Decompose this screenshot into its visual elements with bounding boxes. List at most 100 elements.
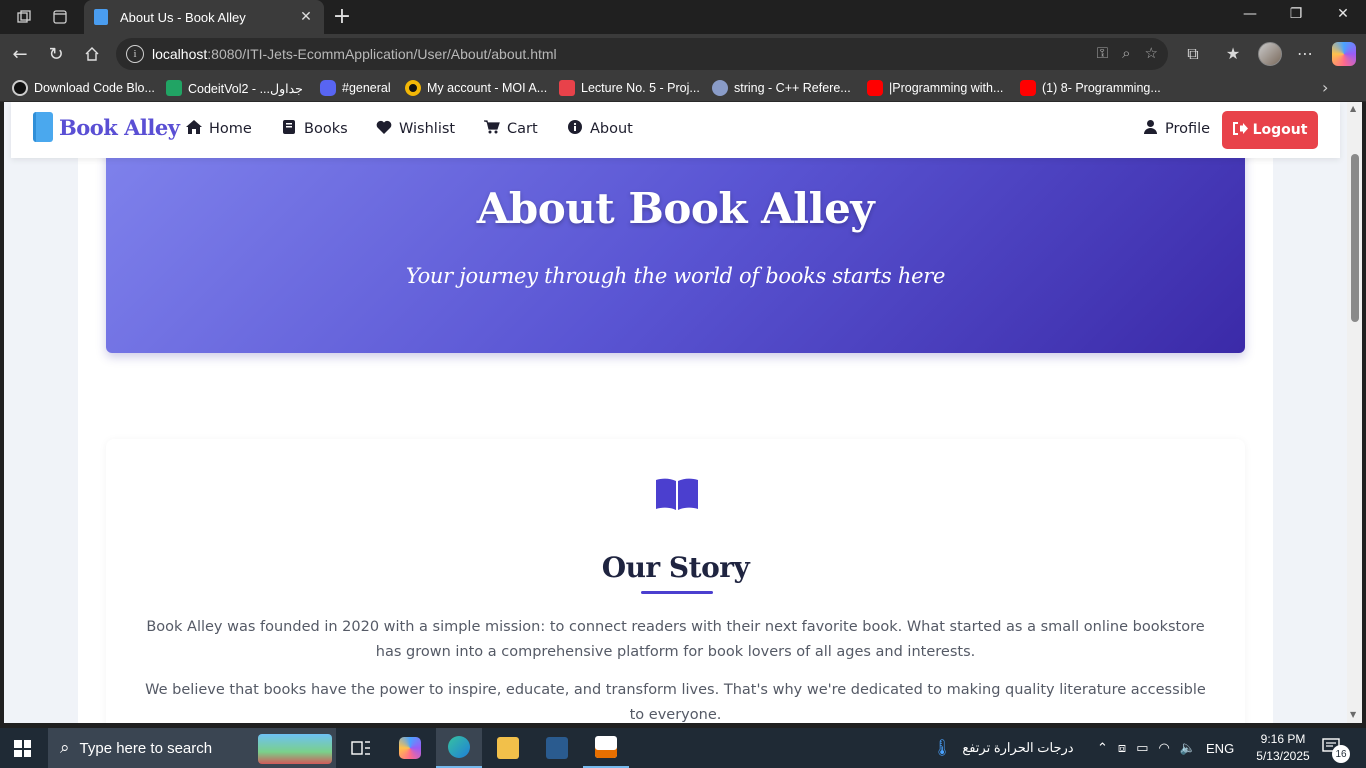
zoom-icon[interactable]: ⌕: [1122, 44, 1130, 62]
bookmark-label: #general: [342, 81, 391, 95]
bookmark-label: |Programming with...: [889, 81, 1004, 95]
chevron-right-icon[interactable]: ›: [1322, 78, 1328, 97]
tab-title: About Us - Book Alley: [120, 9, 246, 25]
home-browser-icon[interactable]: [80, 42, 104, 66]
page-viewport: About Book Alley Your journey through th…: [4, 102, 1347, 723]
meet-now-icon[interactable]: ⧈: [1118, 740, 1126, 756]
new-tab-icon[interactable]: +: [330, 4, 354, 29]
info-icon: [567, 120, 583, 138]
clock-time: 9:16 PM: [1260, 732, 1306, 746]
bookmark-label: CodeitVol2 - ...جداول: [188, 81, 303, 96]
nav-wishlist[interactable]: Wishlist: [376, 120, 455, 138]
story-paragraph: We believe that books have the power to …: [145, 682, 1206, 723]
favorites-icon[interactable]: ★: [1222, 44, 1244, 63]
bookmark-item[interactable]: My account - MOI A...: [405, 78, 547, 98]
refresh-icon[interactable]: ↻: [44, 42, 68, 66]
nav-home[interactable]: Home: [186, 120, 252, 138]
brand-name: Book Alley: [59, 114, 180, 140]
volume-icon[interactable]: 🔈: [1180, 740, 1196, 756]
taskbar-clock[interactable]: 9:16 PM 5/13/2025: [1252, 731, 1314, 765]
bookmark-label: Download Code Blo...: [34, 81, 155, 95]
more-menu-icon[interactable]: ⋯: [1294, 44, 1316, 63]
bookmark-item[interactable]: (1) 8- Programming...: [1020, 78, 1161, 98]
key-icon[interactable]: ⚿: [1097, 44, 1108, 62]
taskbar-search[interactable]: ⌕ Type here to search: [48, 728, 336, 768]
sheets-icon: [166, 80, 182, 96]
bookmark-item[interactable]: Download Code Blo...: [12, 78, 155, 98]
weather-text: درجات الحرارة ترتفع: [962, 740, 1074, 755]
bookmark-label: Lecture No. 5 - Proj...: [581, 81, 700, 95]
windows-start-icon[interactable]: [14, 740, 31, 757]
youtube-icon: [1020, 80, 1036, 96]
nav-cart[interactable]: Cart: [484, 120, 538, 138]
sign-out-icon: [1232, 121, 1248, 139]
brand-logo[interactable]: Book Alley: [33, 112, 180, 142]
logout-button[interactable]: Logout: [1222, 111, 1318, 149]
windows-taskbar: ⌕ Type here to search 🌡 درجات الحرارة تر…: [0, 728, 1366, 768]
browser-toolbar: ← ↻ i localhost:8080/ITI-Jets-EcommAppli…: [0, 34, 1366, 74]
search-highlight-image: [258, 734, 332, 764]
bookmark-item[interactable]: CodeitVol2 - ...جداول: [166, 78, 303, 98]
moi-icon: [405, 80, 421, 96]
nav-books[interactable]: Books: [281, 120, 348, 138]
edge-browser-icon[interactable]: [436, 728, 482, 768]
title-underline: [641, 591, 713, 594]
back-arrow-icon[interactable]: ←: [8, 42, 32, 66]
bookmark-item[interactable]: |Programming with...: [867, 78, 1003, 98]
nav-profile[interactable]: Profile: [1142, 120, 1210, 138]
address-bar[interactable]: i localhost:8080/ITI-Jets-EcommApplicati…: [116, 38, 1168, 70]
cart-icon: [484, 120, 500, 138]
book-logo-icon: [33, 112, 53, 142]
nav-books-label: Books: [304, 121, 348, 137]
bookmark-item[interactable]: Lecture No. 5 - Proj...: [559, 78, 700, 98]
url-path: :8080/ITI-Jets-EcommApplication/User/Abo…: [207, 46, 557, 62]
minimize-icon[interactable]: —: [1238, 6, 1262, 22]
nav-about[interactable]: About: [567, 120, 633, 138]
scroll-down-icon[interactable]: ▼: [1350, 710, 1356, 719]
close-tab-icon[interactable]: ✕: [298, 9, 314, 25]
discord-icon: [320, 80, 336, 96]
user-icon: [1142, 120, 1158, 138]
chevron-up-icon[interactable]: ⌃: [1097, 740, 1108, 756]
file-explorer-icon[interactable]: [485, 728, 531, 768]
close-window-icon[interactable]: ✕: [1331, 6, 1355, 22]
language-indicator[interactable]: ENG: [1206, 741, 1234, 756]
hero-subtitle: Your journey through the world of books …: [405, 264, 946, 288]
mysql-workbench-icon[interactable]: [534, 728, 580, 768]
bookmark-label: (1) 8- Programming...: [1042, 81, 1161, 95]
home-icon: [186, 120, 202, 138]
youtube-icon: [867, 80, 883, 96]
copilot-icon[interactable]: [1332, 42, 1356, 66]
bookmark-item[interactable]: string - C++ Refere...: [712, 78, 851, 98]
url-host: localhost: [152, 46, 208, 62]
bookmark-item[interactable]: #general: [320, 78, 391, 98]
nav-about-label: About: [590, 121, 633, 137]
bookmark-label: My account - MOI A...: [427, 81, 548, 95]
nav-cart-label: Cart: [507, 121, 538, 137]
bookmark-label: string - C++ Refere...: [734, 81, 851, 95]
extensions-icon[interactable]: ⧉: [1182, 44, 1204, 64]
restore-icon[interactable]: ❐: [1284, 6, 1308, 22]
task-view-icon[interactable]: [338, 728, 384, 768]
favorite-star-icon[interactable]: ☆: [1145, 44, 1158, 62]
browser-tab-bar: About Us - Book Alley ✕ + — ❐ ✕: [0, 0, 1366, 34]
active-tab[interactable]: About Us - Book Alley ✕: [84, 0, 324, 34]
java-app-icon[interactable]: [583, 728, 629, 768]
search-icon: ⌕: [60, 738, 70, 758]
weather-widget[interactable]: 🌡 درجات الحرارة ترتفع: [932, 728, 1074, 768]
heart-icon: [376, 120, 392, 138]
nav-wishlist-label: Wishlist: [399, 121, 456, 137]
scroll-thumb[interactable]: [1351, 154, 1359, 322]
battery-icon[interactable]: ▭: [1136, 740, 1148, 756]
profile-avatar[interactable]: [1258, 42, 1282, 66]
site-info-icon[interactable]: i: [126, 45, 144, 63]
wifi-icon[interactable]: ◠: [1158, 740, 1169, 756]
tab-actions-icon[interactable]: [48, 5, 72, 29]
search-placeholder: Type here to search: [79, 739, 213, 757]
workspaces-icon[interactable]: [12, 5, 36, 29]
copilot-taskbar-icon[interactable]: [387, 728, 433, 768]
story-title: Our Story: [601, 551, 750, 584]
page-scrollbar[interactable]: ▲ ▼: [1347, 102, 1362, 723]
scroll-up-icon[interactable]: ▲: [1350, 104, 1356, 113]
our-story-card: Our Story Book Alley was founded in 2020…: [106, 439, 1245, 723]
